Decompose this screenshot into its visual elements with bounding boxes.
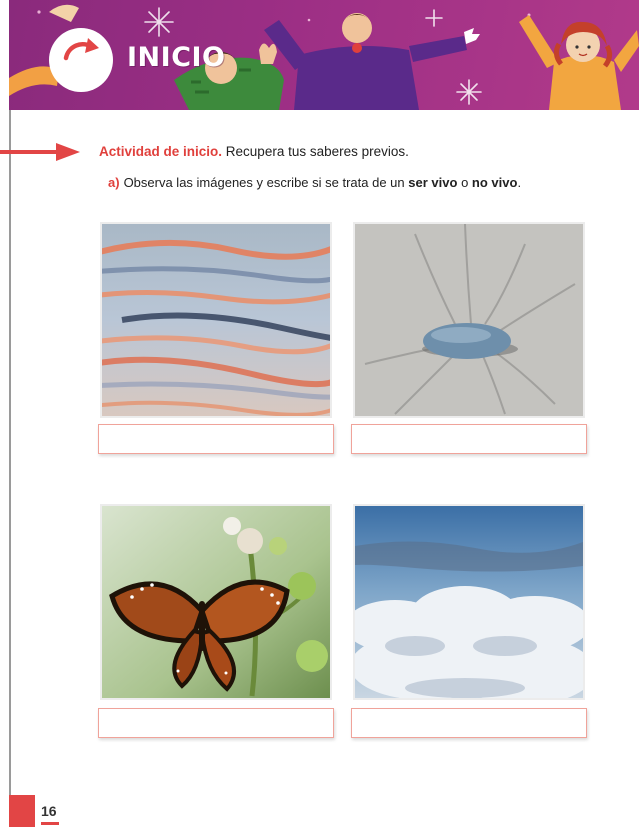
curved-arrow-icon bbox=[63, 38, 99, 61]
answer-box-2[interactable] bbox=[351, 424, 587, 454]
term-ser-vivo: ser vivo bbox=[408, 175, 458, 190]
photo-water-surface bbox=[100, 222, 332, 418]
question-letter: a) bbox=[108, 175, 120, 190]
answer-box-3[interactable] bbox=[98, 708, 334, 738]
photo-butterfly bbox=[100, 504, 332, 700]
section-title: INICIO bbox=[127, 42, 226, 73]
page-margin-rule bbox=[9, 0, 11, 827]
page-number-underline bbox=[41, 822, 59, 825]
inicio-banner: INICIO bbox=[9, 0, 639, 110]
activity-text: Recupera tus saberes previos. bbox=[225, 144, 409, 159]
inicio-badge bbox=[49, 28, 113, 92]
activity-label: Actividad de inicio. bbox=[99, 144, 223, 159]
page-number: 16 bbox=[41, 803, 57, 819]
question-text: Observa las imágenes y escribe si se tra… bbox=[123, 175, 405, 190]
activity-instruction: Actividad de inicio. Recupera tus sabere… bbox=[99, 144, 409, 159]
page-tab bbox=[9, 795, 35, 827]
answer-box-1[interactable] bbox=[98, 424, 334, 454]
term-no-vivo: no vivo bbox=[471, 175, 518, 190]
pointer-arrow-icon bbox=[0, 143, 80, 161]
photo-clouds bbox=[353, 504, 585, 700]
question-a: a) Observa las imágenes y escribe si se t… bbox=[108, 175, 521, 190]
question-connector: o bbox=[461, 175, 469, 190]
answer-box-4[interactable] bbox=[351, 708, 587, 738]
photo-pebble-on-sand bbox=[353, 222, 585, 418]
question-end: . bbox=[517, 175, 522, 190]
